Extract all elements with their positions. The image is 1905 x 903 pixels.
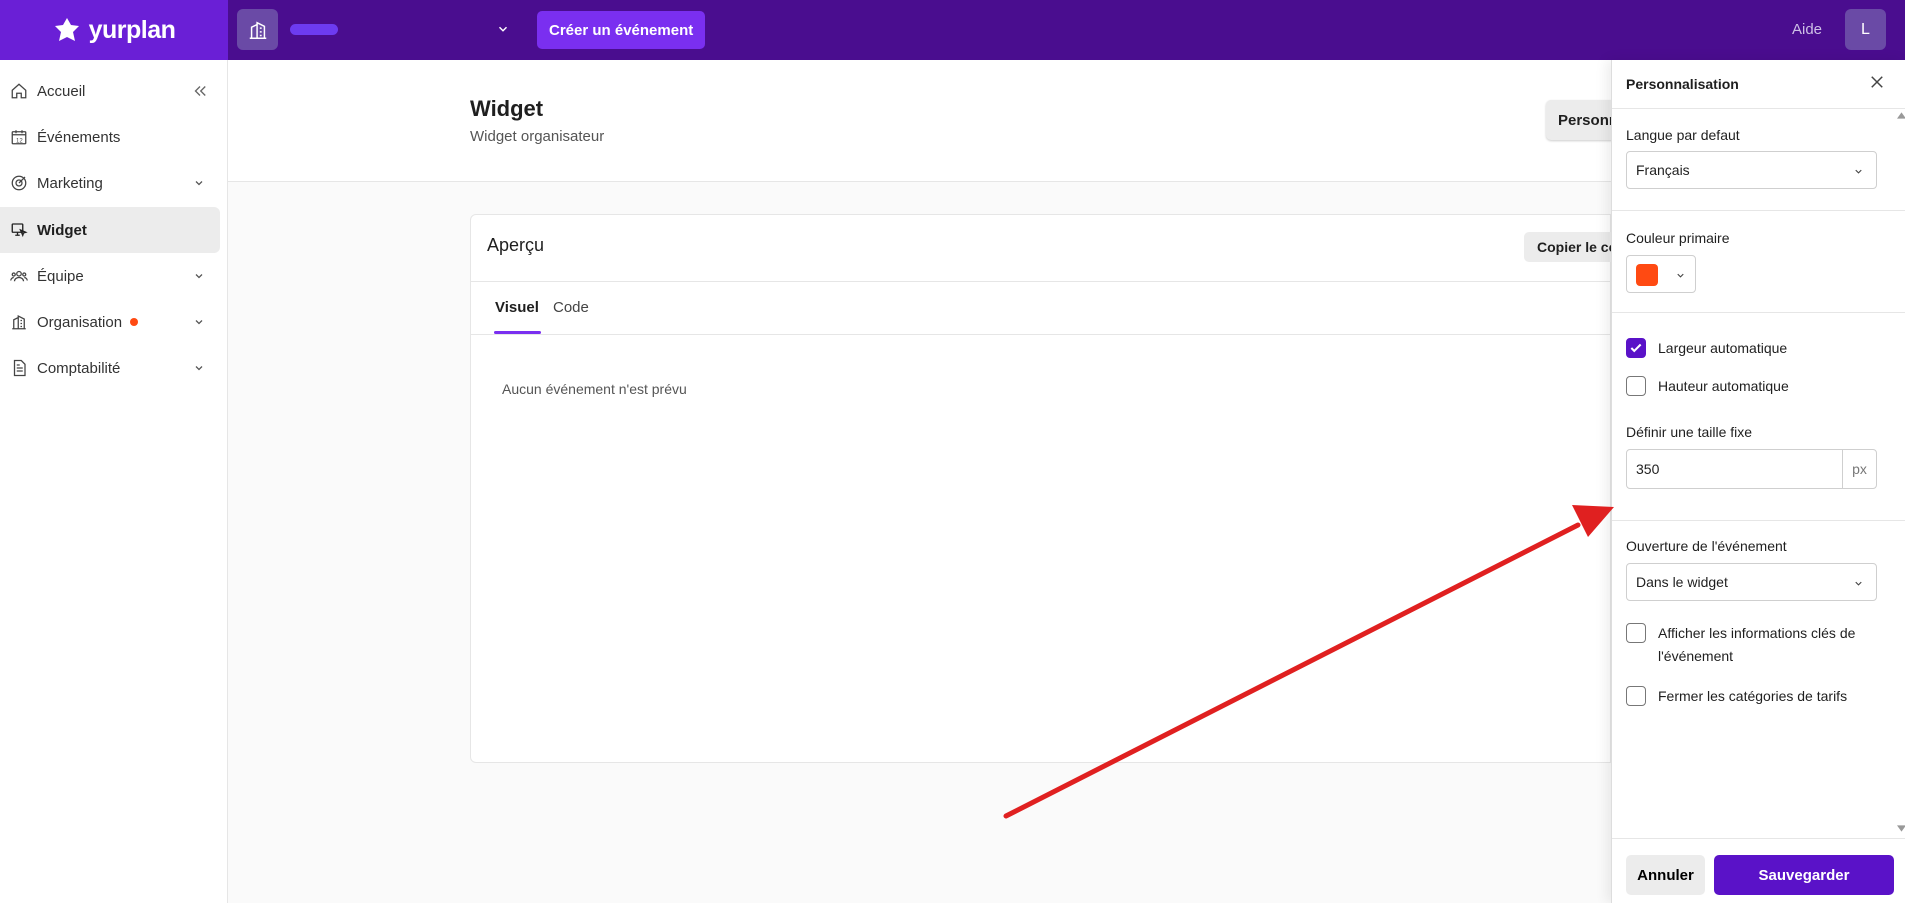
scroll-up-icon[interactable]	[1897, 112, 1905, 119]
chevron-down-icon[interactable]	[193, 316, 205, 328]
opening-value: Dans le widget	[1636, 574, 1728, 590]
opening-label: Ouverture de l'événement	[1626, 538, 1787, 554]
organization-button[interactable]	[237, 9, 278, 50]
scroll-down-icon[interactable]	[1897, 825, 1905, 832]
organization-name-redacted	[290, 24, 338, 35]
sidebar-item-accounting[interactable]: Comptabilité	[0, 345, 220, 391]
auto-height-option[interactable]: Hauteur automatique	[1626, 375, 1789, 398]
save-button[interactable]: Sauvegarder	[1714, 855, 1894, 895]
sidebar-item-team[interactable]: Équipe	[0, 253, 220, 299]
language-value: Français	[1636, 162, 1690, 178]
show-key-info-label: Afficher les informations clés de l'évén…	[1658, 625, 1856, 664]
preview-title: Aperçu	[487, 235, 545, 255]
sidebar-item-events[interactable]: 12 Événements	[0, 114, 220, 160]
size-unit-label: px	[1842, 449, 1877, 489]
divider	[471, 281, 1612, 282]
opening-select[interactable]: Dans le widget	[1626, 563, 1877, 601]
divider	[1612, 520, 1905, 521]
help-link[interactable]: Aide	[1792, 21, 1822, 38]
top-bar: yurplan Créer un événement Aide L	[0, 0, 1905, 60]
brand-logo[interactable]: yurplan	[0, 0, 228, 60]
close-categories-checkbox[interactable]	[1626, 686, 1646, 706]
tab-visual[interactable]: Visuel	[495, 299, 539, 316]
auto-width-label: Largeur automatique	[1658, 340, 1788, 356]
notification-dot	[130, 318, 139, 326]
divider	[1612, 108, 1905, 109]
sidebar: Accueil 12 Événements Marketing Widget É…	[0, 60, 228, 903]
close-categories-option[interactable]: Fermer les catégories de tarifs	[1626, 685, 1847, 708]
target-icon	[10, 174, 28, 192]
color-swatch	[1636, 264, 1658, 286]
sidebar-item-marketing[interactable]: Marketing	[0, 160, 220, 206]
copy-code-button[interactable]: Copier le code	[1524, 232, 1612, 262]
auto-width-option[interactable]: Largeur automatique	[1626, 337, 1787, 360]
document-icon	[10, 359, 28, 377]
chevron-down-icon	[1677, 273, 1684, 278]
collapse-sidebar-icon[interactable]	[191, 82, 209, 100]
primary-color-label: Couleur primaire	[1626, 230, 1730, 246]
show-key-info-option[interactable]: Afficher les informations clés de l'évén…	[1626, 622, 1898, 668]
sidebar-item-widget[interactable]: Widget	[0, 207, 220, 253]
yurplan-logo-icon	[54, 18, 79, 41]
close-categories-label: Fermer les catégories de tarifs	[1658, 688, 1848, 704]
page-subtitle: Widget organisateur	[470, 128, 605, 145]
auto-height-label: Hauteur automatique	[1658, 378, 1789, 394]
calendar-icon: 12	[10, 128, 28, 146]
sidebar-item-label: Widget	[37, 221, 87, 239]
home-icon	[10, 82, 28, 100]
widget-icon	[10, 221, 28, 239]
chevron-down-icon[interactable]	[193, 177, 205, 189]
fixed-size-label: Définir une taille fixe	[1626, 424, 1753, 440]
sidebar-item-label: Accueil	[37, 82, 86, 100]
sidebar-item-label: Comptabilité	[37, 359, 121, 377]
checkmark-icon	[1630, 343, 1642, 353]
chevron-down-icon[interactable]	[193, 362, 205, 374]
language-label: Langue par defaut	[1626, 127, 1740, 143]
divider	[1612, 838, 1905, 839]
divider	[471, 334, 1612, 335]
sidebar-item-label: Équipe	[37, 267, 84, 285]
close-icon[interactable]	[1868, 73, 1886, 91]
auto-height-checkbox[interactable]	[1626, 376, 1646, 396]
panel-title: Personnalisation	[1626, 76, 1739, 92]
fixed-size-input[interactable]	[1626, 449, 1843, 489]
divider	[1612, 312, 1905, 313]
brand-name: yurplan	[88, 15, 176, 44]
building-icon	[10, 313, 28, 331]
divider	[1612, 210, 1905, 211]
sidebar-item-home[interactable]: Accueil	[0, 68, 220, 114]
building-icon	[249, 20, 266, 39]
cancel-button[interactable]: Annuler	[1626, 855, 1705, 895]
sidebar-item-label: Organisation	[37, 313, 123, 331]
chevron-down-icon	[1855, 581, 1862, 586]
auto-width-checkbox[interactable]	[1626, 338, 1646, 358]
page-header: Widget Widget organisateur Personnaliser	[228, 60, 1626, 182]
page-title: Widget	[470, 96, 544, 121]
create-event-button[interactable]: Créer un événement	[537, 11, 706, 49]
chevron-down-icon[interactable]	[496, 22, 510, 36]
team-icon	[10, 267, 28, 285]
chevron-down-icon[interactable]	[193, 270, 205, 282]
svg-text:12: 12	[16, 138, 23, 144]
user-avatar[interactable]: L	[1845, 9, 1886, 50]
sidebar-item-label: Marketing	[37, 174, 103, 192]
primary-color-picker[interactable]	[1626, 255, 1696, 293]
language-select[interactable]: Français	[1626, 151, 1877, 189]
sidebar-item-label: Événements	[37, 128, 121, 146]
show-key-info-checkbox[interactable]	[1626, 623, 1646, 643]
sidebar-item-organization[interactable]: Organisation	[0, 299, 220, 345]
empty-state-message: Aucun événement n'est prévu	[502, 381, 687, 397]
chevron-down-icon	[1855, 169, 1862, 174]
preview-card: Aperçu Copier le code Visuel Code Aucun …	[470, 214, 1612, 763]
tab-code[interactable]: Code	[553, 299, 589, 316]
customization-panel: Personnalisation Langue par defaut Franç…	[1611, 60, 1905, 903]
